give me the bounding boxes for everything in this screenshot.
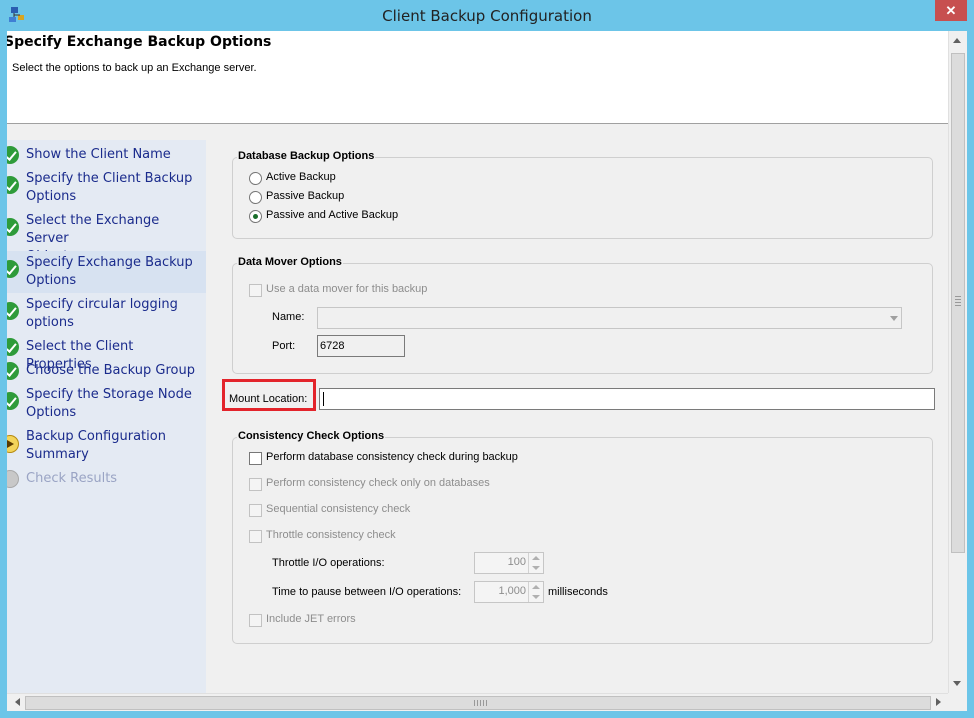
perform-check-only-databases-checkbox	[249, 478, 262, 491]
checkbox-label: Perform consistency check only on databa…	[266, 477, 490, 489]
nav-step-client-properties[interactable]: Select the Client Properties	[7, 335, 206, 372]
group-title: Database Backup Options	[237, 150, 376, 162]
nav-step-label: Specify the Client Backup Options	[26, 171, 193, 204]
nav-step-exchange-server-objects[interactable]: Select the Exchange Server Objects	[7, 209, 206, 264]
check-complete-icon	[7, 176, 19, 194]
scroll-right-arrow-icon[interactable]	[936, 698, 941, 706]
wizard-client-area: Specify Exchange Backup Options Select t…	[7, 31, 967, 711]
stepper-value: 1,000	[498, 585, 526, 597]
use-data-mover-checkbox	[249, 284, 262, 297]
chevron-down-icon	[532, 566, 540, 570]
check-complete-icon	[7, 392, 19, 410]
scrollbar-corner	[948, 693, 967, 711]
include-jet-errors-checkbox	[249, 614, 262, 627]
consistency-check-options-group: Consistency Check Options Perform databa…	[232, 430, 933, 644]
data-mover-name-combo	[317, 307, 902, 329]
sequential-check-checkbox	[249, 504, 262, 517]
port-field: 6728	[317, 335, 405, 357]
data-mover-name-label: Name:	[272, 311, 305, 323]
nav-step-label: Specify the Storage Node Options	[26, 387, 192, 420]
radio-button[interactable]	[249, 191, 262, 204]
radio-button[interactable]	[249, 172, 262, 185]
checkbox-label: Use a data mover for this backup	[266, 283, 428, 295]
application-window: Client Backup Configuration ✕ Specify Ex…	[0, 0, 974, 718]
nav-step-check-results: Check Results	[7, 467, 206, 491]
throttle-io-stepper: 100	[474, 552, 544, 574]
nav-step-label: Show the Client Name	[26, 147, 171, 162]
check-complete-icon	[7, 260, 19, 278]
check-complete-icon	[7, 302, 19, 320]
nav-step-label: Specify circular logging options	[26, 297, 178, 330]
grip-icon	[955, 296, 961, 306]
wizard-content: Show the Client Name Specify the Client …	[7, 124, 948, 693]
chevron-up-icon	[532, 556, 540, 560]
text-caret	[323, 392, 324, 406]
group-title: Data Mover Options	[237, 256, 343, 268]
vertical-scroll-thumb[interactable]	[951, 53, 965, 553]
nav-step-label: Check Results	[26, 471, 118, 486]
check-complete-icon	[7, 362, 19, 380]
page-title: Specify Exchange Backup Options	[7, 34, 272, 50]
wizard-header: Specify Exchange Backup Options Select t…	[7, 31, 948, 124]
stepper-buttons	[528, 553, 543, 573]
nav-step-storage-node[interactable]: Specify the Storage Node Options	[7, 383, 206, 425]
check-complete-icon	[7, 218, 19, 236]
chevron-down-icon	[532, 595, 540, 599]
stepper-value: 100	[507, 556, 526, 568]
page-subtitle: Select the options to back up an Exchang…	[12, 62, 257, 74]
pause-unit-label: milliseconds	[548, 586, 608, 598]
checkbox-label: Throttle consistency check	[266, 529, 396, 541]
nav-step-backup-group[interactable]: Choose the Backup Group	[7, 359, 206, 383]
pause-stepper: 1,000	[474, 581, 544, 603]
check-complete-icon	[7, 146, 19, 164]
nav-step-show-client-name[interactable]: Show the Client Name	[7, 143, 206, 167]
data-mover-options-group: Data Mover Options Use a data mover for …	[232, 256, 933, 374]
nav-step-label: Choose the Backup Group	[26, 363, 195, 378]
radio-label: Active Backup	[266, 171, 336, 183]
checkbox-label: Include JET errors	[266, 613, 356, 625]
check-complete-icon	[7, 338, 19, 356]
chevron-up-icon	[532, 585, 540, 589]
checkbox-label: Perform database consistency check durin…	[266, 451, 518, 463]
nav-step-circular-logging[interactable]: Specify circular logging options	[7, 293, 206, 335]
window-title: Client Backup Configuration	[382, 7, 592, 25]
checkbox-label: Sequential consistency check	[266, 503, 411, 515]
mount-location-label: Mount Location:	[229, 393, 308, 405]
stepper-buttons	[528, 582, 543, 602]
nav-step-label: Specify Exchange Backup Options	[26, 255, 193, 288]
throttle-io-label: Throttle I/O operations:	[272, 557, 385, 569]
nav-step-exchange-backup-options[interactable]: Specify Exchange Backup Options	[7, 251, 206, 293]
mount-location-input[interactable]	[319, 388, 935, 410]
radio-label: Passive Backup	[266, 190, 345, 202]
grip-icon	[474, 700, 488, 706]
radio-label: Passive and Active Backup	[266, 209, 399, 221]
vertical-scrollbar[interactable]	[948, 31, 966, 693]
scroll-up-arrow-icon[interactable]	[953, 38, 961, 43]
database-backup-options-group: Database Backup Options Active Backup Pa…	[232, 150, 933, 239]
chevron-down-icon	[890, 316, 898, 321]
nav-step-client-backup-options[interactable]: Specify the Client Backup Options	[7, 167, 206, 209]
nav-step-label: Backup Configuration Summary	[26, 429, 166, 462]
horizontal-scroll-thumb[interactable]	[25, 696, 931, 710]
title-bar[interactable]: Client Backup Configuration ✕	[0, 0, 974, 31]
wizard-steps-nav: Show the Client Name Specify the Client …	[7, 140, 206, 693]
throttle-check-checkbox	[249, 530, 262, 543]
perform-consistency-check-checkbox[interactable]	[249, 452, 262, 465]
scroll-left-arrow-icon[interactable]	[15, 698, 20, 706]
port-label: Port:	[272, 340, 296, 352]
scroll-down-arrow-icon[interactable]	[953, 681, 961, 686]
radio-button-selected[interactable]	[249, 210, 262, 223]
horizontal-scrollbar[interactable]	[7, 693, 948, 711]
nav-step-configuration-summary[interactable]: Backup Configuration Summary	[7, 425, 206, 467]
close-button[interactable]: ✕	[935, 0, 967, 21]
pending-step-icon	[7, 470, 19, 488]
pause-label: Time to pause between I/O operations:	[272, 586, 462, 598]
current-step-arrow-icon	[7, 435, 19, 453]
group-title: Consistency Check Options	[237, 430, 386, 442]
